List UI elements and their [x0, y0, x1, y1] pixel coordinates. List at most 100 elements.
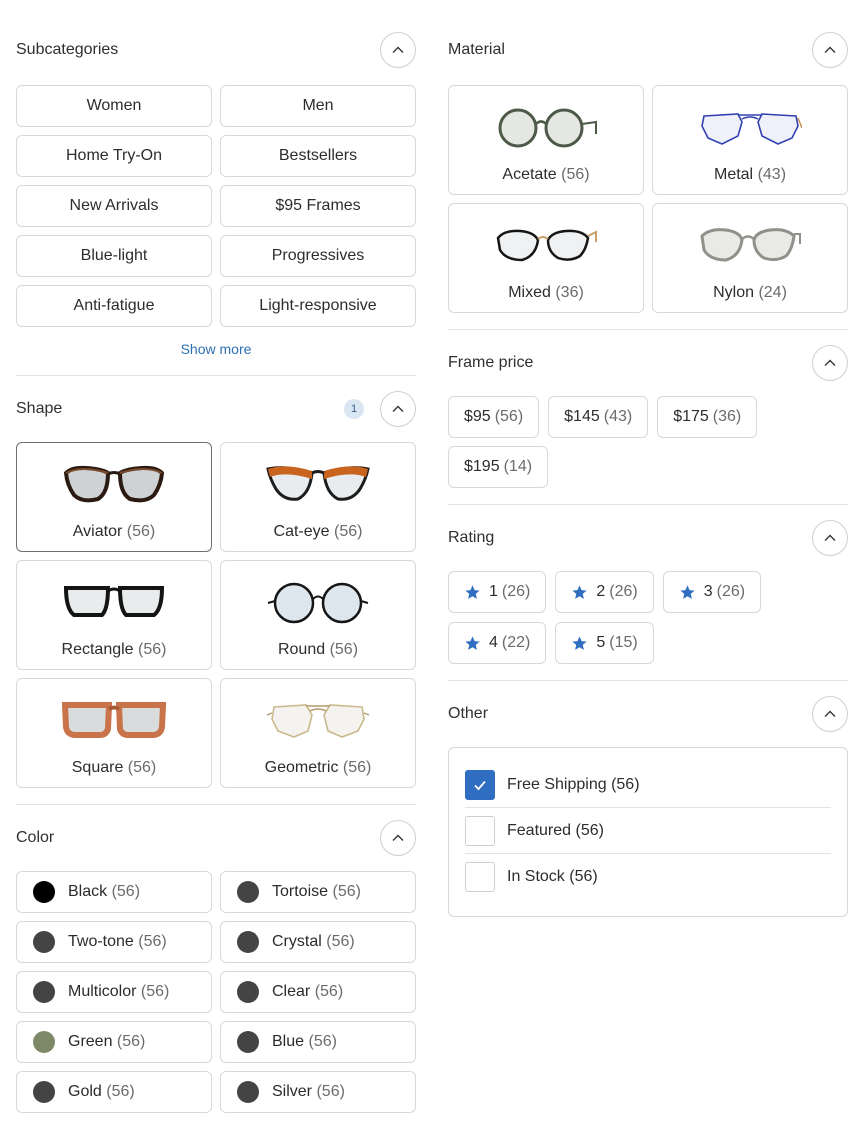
material-metal-card[interactable]: Metal (43)	[652, 85, 848, 195]
rating-title: Rating	[448, 529, 495, 546]
shape-rectangle-card[interactable]: Rectangle (56)	[16, 560, 212, 670]
rating-2-option[interactable]: 2 (26)	[555, 571, 654, 613]
subcategory-anti-fatigue[interactable]: Anti-fatigue	[16, 285, 212, 327]
color-swatch	[237, 1031, 259, 1053]
color-tortoise-chip[interactable]: Tortoise (56)	[220, 871, 416, 913]
subcategories-title: Subcategories	[16, 41, 119, 58]
mixed-glasses-icon	[496, 229, 597, 262]
color-multicolor-chip[interactable]: Multicolor (56)	[16, 971, 212, 1013]
color-green-chip[interactable]: Green (56)	[16, 1021, 212, 1063]
color-gold-chip[interactable]: Gold (56)	[16, 1071, 212, 1113]
color-swatch	[33, 1031, 55, 1053]
price-195-option[interactable]: $195 (14)	[448, 446, 549, 488]
color-section: Color Black (56) Tortoise (56) Two-tone …	[16, 805, 416, 1113]
shape-rectangle-label: Rectangle (56)	[61, 641, 167, 658]
shape-cat-eye-card[interactable]: Cat-eye (56)	[220, 442, 416, 552]
subcategory-new-arrivals[interactable]: New Arrivals	[16, 185, 212, 227]
color-crystal-chip[interactable]: Crystal (56)	[220, 921, 416, 963]
price-145-option[interactable]: $145 (43)	[548, 396, 649, 438]
shape-title: Shape	[16, 400, 63, 417]
subcategory-home-try-on[interactable]: Home Try-On	[16, 135, 212, 177]
subcategories-section: Subcategories Women Men Home Try-On Best…	[16, 0, 416, 376]
material-acetate-card[interactable]: Acetate (56)	[448, 85, 644, 195]
color-black-chip[interactable]: Black (56)	[16, 871, 212, 913]
shape-geometric-label: Geometric (56)	[264, 759, 372, 776]
geometric-glasses-icon	[266, 704, 370, 738]
subcategory-95-frames[interactable]: $95 Frames	[220, 185, 416, 227]
subcategories-header: Subcategories	[16, 0, 416, 100]
star-icon	[680, 584, 695, 599]
color-collapse-button[interactable]	[380, 820, 416, 856]
cat-eye-orange-glasses-icon	[266, 466, 370, 501]
shape-round-label: Round (56)	[277, 641, 359, 658]
right-filter-column: Material Acetate (56) Metal (43) Mixed (…	[448, 0, 848, 917]
free-shipping-checkbox[interactable]	[465, 769, 495, 800]
frame-price-collapse-button[interactable]	[812, 345, 848, 381]
show-more-link[interactable]: Show more	[16, 327, 416, 375]
color-blue-chip[interactable]: Blue (56)	[220, 1021, 416, 1063]
rating-5-option[interactable]: 5 (15)	[555, 622, 654, 664]
rating-4-option[interactable]: 4 (22)	[448, 622, 547, 664]
nylon-glasses-icon	[700, 228, 801, 262]
color-swatch	[237, 881, 259, 903]
color-swatch	[33, 981, 55, 1003]
rating-3-option[interactable]: 3 (26)	[662, 571, 762, 613]
shape-header: Shape 1	[16, 376, 416, 442]
frame-price-section: Frame price $95 (56) $145 (43) $175 (36) $1…	[448, 330, 848, 505]
rating-collapse-button[interactable]	[812, 520, 848, 556]
other-section: Other Free Shipping (56) Featured (56) I…	[448, 681, 848, 917]
shape-geometric-card[interactable]: Geometric (56)	[220, 678, 416, 788]
material-title: Material	[448, 41, 505, 58]
free-shipping-label: Free Shipping (56)	[507, 775, 640, 793]
material-mixed-label: Mixed (36)	[508, 284, 584, 301]
chevron-up-icon	[392, 834, 404, 841]
shape-collapse-button[interactable]	[380, 391, 416, 427]
round-glasses-icon	[267, 582, 369, 624]
chevron-up-icon	[824, 534, 836, 541]
subcategories-collapse-button[interactable]	[380, 32, 416, 68]
subcategory-blue-light[interactable]: Blue-light	[16, 235, 212, 277]
material-acetate-label: Acetate (56)	[502, 166, 590, 183]
in-stock-checkbox[interactable]	[465, 862, 495, 892]
shape-aviator-card[interactable]: Aviator (56)	[16, 442, 212, 552]
frame-price-header: Frame price	[448, 330, 848, 396]
material-collapse-button[interactable]	[812, 32, 848, 68]
featured-label: Featured (56)	[507, 821, 604, 839]
free-shipping-option[interactable]: Free Shipping (56)	[465, 762, 831, 808]
material-mixed-card[interactable]: Mixed (36)	[448, 203, 644, 313]
featured-checkbox[interactable]	[465, 815, 495, 846]
color-swatch	[33, 1081, 55, 1103]
subcategory-progressives[interactable]: Progressives	[220, 235, 416, 277]
shape-round-card[interactable]: Round (56)	[220, 560, 416, 670]
star-icon	[572, 635, 587, 650]
metal-glasses-icon	[701, 113, 802, 145]
chevron-up-icon	[392, 46, 404, 53]
rating-section: Rating 1 (26) 2 (26) 3 (26) 4 (22) 5 (15)	[448, 505, 848, 681]
rating-1-option[interactable]: 1 (26)	[448, 571, 547, 613]
other-header: Other	[448, 681, 848, 747]
other-collapse-button[interactable]	[812, 696, 848, 732]
acetate-glasses-icon	[498, 108, 597, 148]
shape-section: Shape 1 Aviator (56) Cat-eye (56) Rectan…	[16, 376, 416, 805]
material-nylon-card[interactable]: Nylon (24)	[652, 203, 848, 313]
in-stock-label: In Stock (56)	[507, 868, 598, 885]
color-silver-chip[interactable]: Silver (56)	[220, 1071, 416, 1113]
chevron-up-icon	[824, 359, 836, 366]
subcategory-light-responsive[interactable]: Light-responsive	[220, 285, 416, 327]
color-clear-chip[interactable]: Clear (56)	[220, 971, 416, 1013]
shape-square-card[interactable]: Square (56)	[16, 678, 212, 788]
color-title: Color	[16, 829, 55, 846]
star-icon	[465, 584, 480, 599]
price-95-option[interactable]: $95 (56)	[448, 396, 540, 438]
featured-option[interactable]: Featured (56)	[465, 808, 831, 854]
in-stock-option[interactable]: In Stock (56)	[465, 854, 831, 900]
color-two-tone-chip[interactable]: Two-tone (56)	[16, 921, 212, 963]
subcategory-bestsellers[interactable]: Bestsellers	[220, 135, 416, 177]
other-title: Other	[448, 705, 489, 722]
checkmark-icon	[474, 780, 486, 790]
shape-cat-eye-label: Cat-eye (56)	[273, 523, 363, 540]
price-175-option[interactable]: $175 (36)	[657, 396, 758, 438]
star-icon	[572, 584, 587, 599]
cat-eye-dark-glasses-icon	[63, 465, 165, 503]
color-swatch	[237, 981, 259, 1003]
